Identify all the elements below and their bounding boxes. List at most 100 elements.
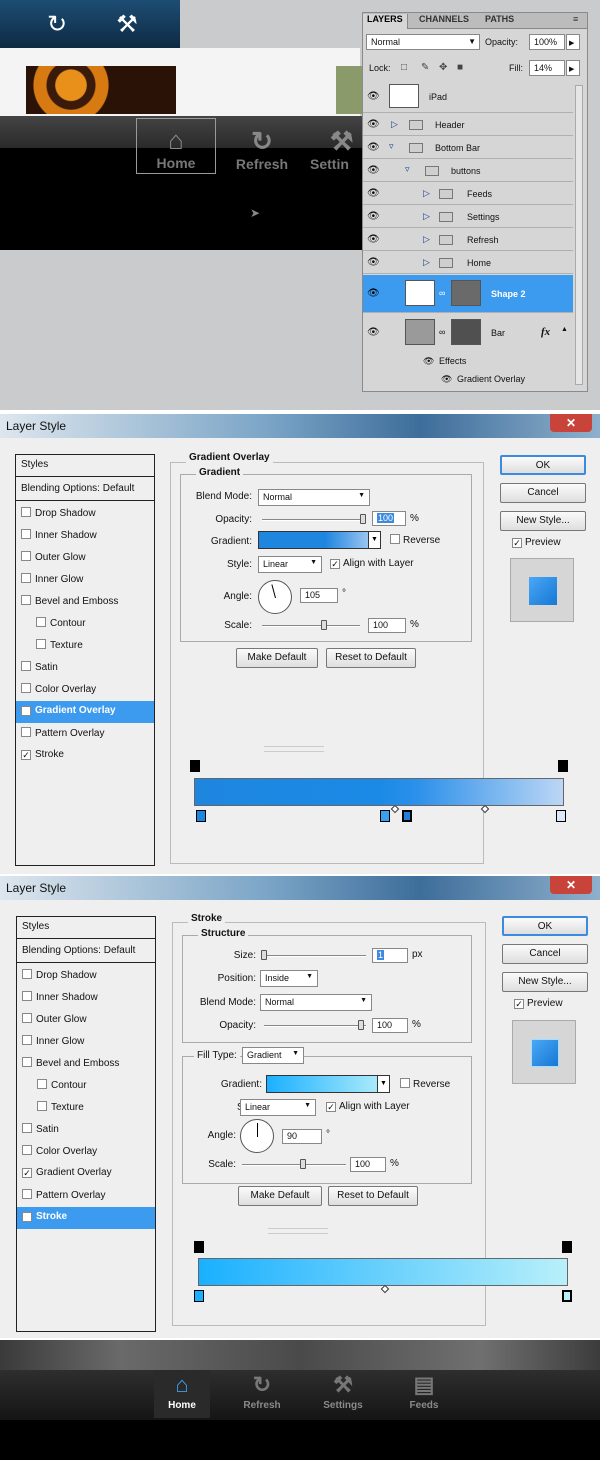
collapse-triangle-icon[interactable]: ▲: [561, 326, 568, 333]
preview-checkbox[interactable]: ✓ Preview: [512, 537, 561, 548]
new-style-button[interactable]: New Style...: [502, 972, 588, 992]
gradient-preview-bar[interactable]: [198, 1258, 568, 1286]
cancel-button[interactable]: Cancel: [500, 483, 586, 503]
close-icon[interactable]: ✕: [550, 876, 592, 894]
checkbox-icon[interactable]: [21, 661, 31, 671]
checkbox-icon[interactable]: [36, 617, 46, 627]
reverse-checkbox[interactable]: Reverse: [390, 534, 440, 546]
style-item-contour[interactable]: Contour: [16, 613, 154, 635]
lock-position-icon[interactable]: ✥: [439, 62, 447, 73]
expand-triangle-icon[interactable]: ▷: [423, 211, 430, 222]
checkbox-icon[interactable]: [22, 991, 32, 1001]
reverse-checkbox[interactable]: Reverse: [400, 1078, 450, 1090]
refresh-icon[interactable]: ↻: [34, 6, 80, 44]
checkbox-icon[interactable]: [22, 1035, 32, 1045]
eye-icon[interactable]: 👁: [367, 327, 380, 338]
angle-dial[interactable]: [240, 1119, 274, 1153]
eye-icon[interactable]: 👁: [367, 91, 380, 102]
opacity-input[interactable]: 100%: [529, 34, 565, 50]
color-stop-icon[interactable]: [196, 810, 206, 822]
lock-image-icon[interactable]: ✎: [421, 62, 429, 73]
scale-slider[interactable]: [242, 1164, 346, 1166]
style-item-color-overlay[interactable]: Color Overlay: [17, 1141, 155, 1163]
color-stop-icon[interactable]: [194, 1290, 204, 1302]
style-item-blending-options-default[interactable]: Blending Options: Default: [16, 479, 154, 501]
style-item-inner-shadow[interactable]: Inner Shadow: [17, 987, 155, 1009]
style-item-texture[interactable]: Texture: [17, 1097, 155, 1119]
style-item-color-overlay[interactable]: Color Overlay: [16, 679, 154, 701]
opacity-stop-icon[interactable]: [190, 760, 200, 772]
lock-all-icon[interactable]: ■: [457, 62, 463, 73]
style-item-styles[interactable]: Styles: [16, 455, 154, 477]
opacity-slider-knob[interactable]: [358, 1020, 364, 1030]
fill-type-select[interactable]: Gradient ▼: [242, 1047, 304, 1064]
position-select[interactable]: Inside ▼: [260, 970, 318, 987]
checkbox-icon[interactable]: [21, 683, 31, 693]
lock-transparent-icon[interactable]: □: [401, 62, 407, 73]
checkbox-icon[interactable]: [22, 1189, 32, 1199]
new-style-button[interactable]: New Style...: [500, 511, 586, 531]
style-item-outer-glow[interactable]: Outer Glow: [17, 1009, 155, 1031]
eye-icon[interactable]: 👁: [367, 119, 380, 130]
tab-refresh-button[interactable]: ↻ Refresh: [234, 1370, 290, 1418]
reset-to-default-button[interactable]: Reset to Default: [328, 1186, 418, 1206]
style-item-pattern-overlay[interactable]: Pattern Overlay: [17, 1185, 155, 1207]
checkbox-icon[interactable]: [22, 1013, 32, 1023]
size-slider-knob[interactable]: [261, 950, 267, 960]
scale-input[interactable]: 100: [368, 618, 406, 633]
scale-slider-knob[interactable]: [320, 620, 327, 630]
reset-to-default-button[interactable]: Reset to Default: [326, 648, 416, 668]
ok-button[interactable]: OK: [500, 455, 586, 475]
style-select[interactable]: Linear ▼: [240, 1099, 316, 1116]
eye-icon[interactable]: 👁: [367, 188, 380, 199]
expand-triangle-icon[interactable]: ▷: [391, 119, 398, 130]
tab-channels[interactable]: CHANNELS: [419, 14, 469, 24]
style-item-satin[interactable]: Satin: [17, 1119, 155, 1141]
align-with-layer-checkbox[interactable]: ✓ Align with Layer: [330, 558, 414, 569]
ok-button[interactable]: OK: [502, 916, 588, 936]
color-stop-selected-icon[interactable]: [562, 1290, 572, 1302]
color-stop-selected-icon[interactable]: [402, 810, 412, 822]
checkmark-icon[interactable]: ✓: [22, 1168, 32, 1178]
style-item-styles[interactable]: Styles: [17, 917, 155, 939]
checkbox-icon[interactable]: [21, 551, 31, 561]
scale-slider[interactable]: [262, 625, 360, 627]
style-item-outer-glow[interactable]: Outer Glow: [16, 547, 154, 569]
layer-row-bar[interactable]: 👁 ∞ Bar fx ▲: [363, 314, 573, 352]
expand-triangle-icon[interactable]: ▷: [423, 188, 430, 199]
wrench-icon[interactable]: ⚒: [104, 6, 150, 44]
eye-icon[interactable]: 👁: [441, 374, 452, 385]
expand-triangle-icon[interactable]: ▷: [423, 234, 430, 245]
style-item-stroke[interactable]: ✓ Stroke: [16, 745, 154, 767]
toolbar-refresh-button[interactable]: ↻ Refresh: [222, 126, 302, 172]
checkbox-icon[interactable]: [36, 639, 46, 649]
checkbox-icon[interactable]: [22, 1057, 32, 1067]
layer-row-settings[interactable]: 👁 ▷ Settings: [363, 206, 573, 228]
opacity-slider-knob[interactable]: [360, 514, 366, 524]
opacity-input[interactable]: 100: [372, 511, 406, 526]
checkbox-icon[interactable]: [21, 595, 31, 605]
tab-paths[interactable]: PATHS: [485, 14, 514, 24]
style-item-drop-shadow[interactable]: Drop Shadow: [16, 503, 154, 525]
fill-input[interactable]: 14%: [529, 60, 565, 76]
style-item-inner-glow[interactable]: Inner Glow: [16, 569, 154, 591]
size-slider[interactable]: [262, 955, 366, 957]
size-input[interactable]: 1: [372, 948, 408, 963]
style-item-bevel-and-emboss[interactable]: Bevel and Emboss: [17, 1053, 155, 1075]
style-item-contour[interactable]: Contour: [17, 1075, 155, 1097]
checkbox-icon[interactable]: [22, 1145, 32, 1155]
style-item-satin[interactable]: Satin: [16, 657, 154, 679]
style-item-stroke[interactable]: ✓ Stroke: [17, 1207, 155, 1229]
preview-checkbox[interactable]: ✓ Preview: [514, 998, 563, 1009]
style-item-pattern-overlay[interactable]: Pattern Overlay: [16, 723, 154, 745]
tab-home-button[interactable]: ⌂ Home: [154, 1370, 210, 1418]
opacity-stop-icon[interactable]: [562, 1241, 572, 1253]
checkbox-icon[interactable]: [37, 1079, 47, 1089]
checkbox-icon[interactable]: [21, 529, 31, 539]
tab-layers[interactable]: LAYERS: [363, 14, 408, 29]
make-default-button[interactable]: Make Default: [236, 648, 318, 668]
collapse-triangle-icon[interactable]: ▿: [405, 164, 410, 175]
opacity-stop-icon[interactable]: [194, 1241, 204, 1253]
layer-row-bottom-bar[interactable]: 👁 ▿ Bottom Bar: [363, 137, 573, 159]
layers-scrollbar[interactable]: [575, 85, 583, 385]
